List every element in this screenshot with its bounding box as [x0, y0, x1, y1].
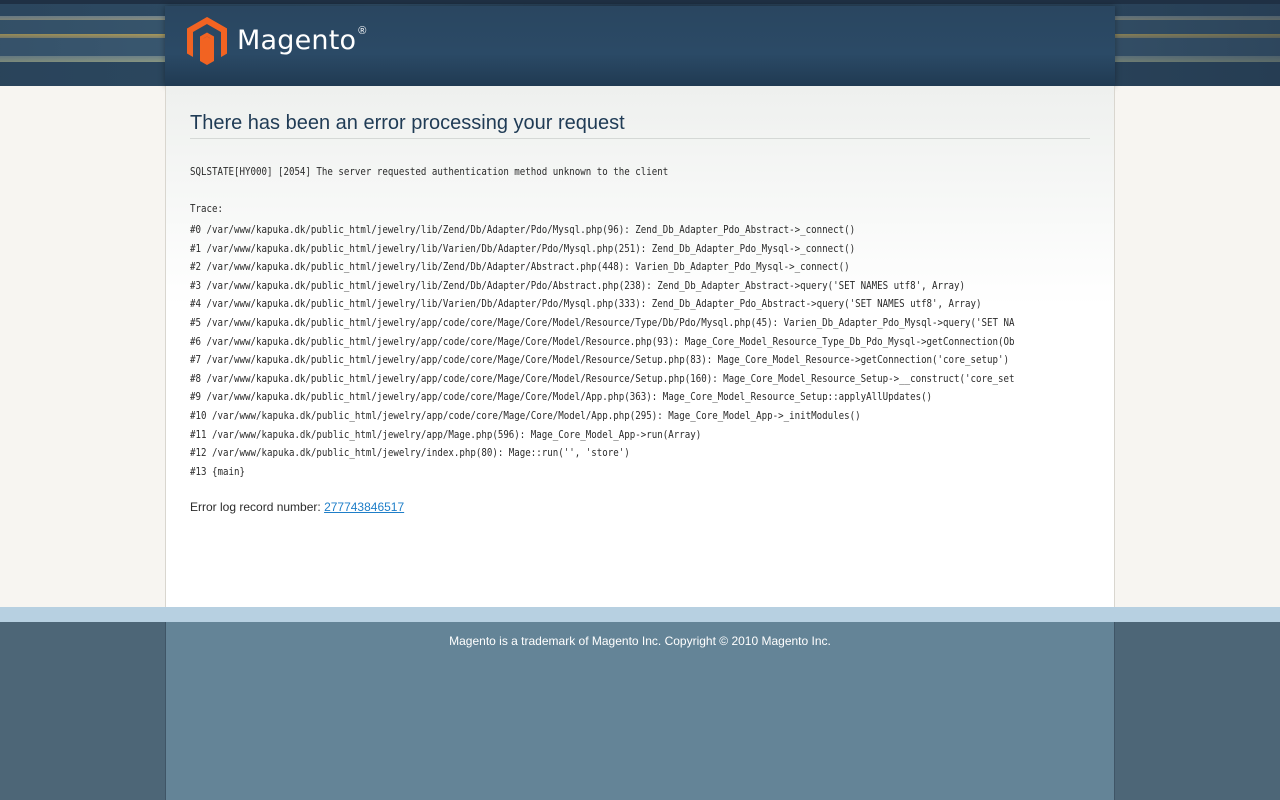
trace-line: #5 /var/www/kapuka.dk/public_html/jewelr… [190, 315, 1015, 329]
error-log-label: Error log record number: [190, 500, 325, 514]
trace-line: #11 /var/www/kapuka.dk/public_html/jewel… [190, 427, 702, 441]
trace-line: #4 /var/www/kapuka.dk/public_html/jewelr… [190, 297, 982, 311]
trace-line: #12 /var/www/kapuka.dk/public_html/jewel… [190, 446, 630, 460]
main-content: There has been an error processing your … [165, 86, 1115, 607]
error-log-number-link[interactable]: 277743846517 [324, 500, 404, 514]
error-log-record: Error log record number: 277743846517 [190, 500, 404, 514]
trace-line: #6 /var/www/kapuka.dk/public_html/jewelr… [190, 334, 1015, 348]
footer-strip [0, 607, 1280, 622]
stack-trace: #0 /var/www/kapuka.dk/public_html/jewelr… [190, 221, 1090, 481]
trace-line: #10 /var/www/kapuka.dk/public_html/jewel… [190, 408, 861, 422]
magento-wordmark: Magento [237, 24, 357, 56]
trace-line: #2 /var/www/kapuka.dk/public_html/jewelr… [190, 260, 850, 274]
trace-line: #1 /var/www/kapuka.dk/public_html/jewelr… [190, 241, 856, 255]
trace-line: #7 /var/www/kapuka.dk/public_html/jewelr… [190, 353, 1010, 367]
trace-line: #13 {main} [190, 464, 245, 478]
trace-label: Trace: [190, 202, 223, 215]
trace-line: #8 /var/www/kapuka.dk/public_html/jewelr… [190, 371, 1015, 385]
footer-inner: Magento is a trademark of Magento Inc. C… [165, 622, 1115, 800]
footer: Magento is a trademark of Magento Inc. C… [0, 622, 1280, 800]
error-message: SQLSTATE[HY000] [2054] The server reques… [190, 165, 669, 178]
magento-logo[interactable]: Magento ® [187, 17, 366, 65]
registered-mark: ® [358, 25, 367, 37]
copyright-text: Magento is a trademark of Magento Inc. C… [449, 634, 831, 648]
trace-line: #9 /var/www/kapuka.dk/public_html/jewelr… [190, 390, 933, 404]
trace-line: #0 /var/www/kapuka.dk/public_html/jewelr… [190, 223, 856, 236]
page-title: There has been an error processing your … [190, 112, 1090, 139]
magento-logo-icon [187, 17, 227, 65]
trace-line: #3 /var/www/kapuka.dk/public_html/jewelr… [190, 278, 966, 292]
